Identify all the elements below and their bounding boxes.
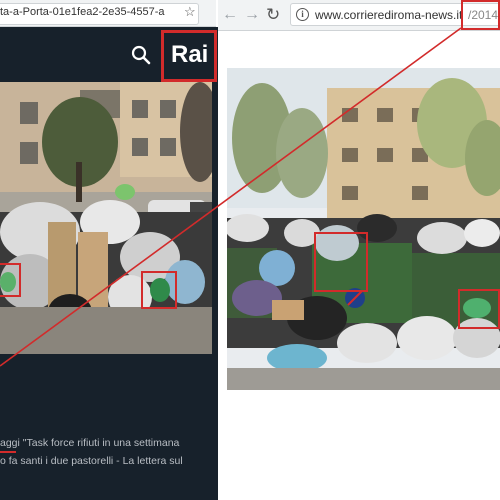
bookmark-star-icon[interactable]: ☆ bbox=[184, 4, 196, 20]
rai-article-photo bbox=[0, 82, 212, 354]
rai-caption-underline bbox=[0, 451, 16, 453]
rai-caption-line-2[interactable]: o fa santi i due pastorelli - La lettera… bbox=[0, 455, 218, 467]
left-url-text[interactable]: ta-a-Porta-01e1fea2-2e35-4557-a bbox=[0, 6, 180, 18]
url-highlight-box bbox=[461, 0, 500, 30]
rai-caption-line-1[interactable]: aggi "Task force rifiuti in una settiman… bbox=[0, 437, 218, 449]
info-icon[interactable]: i bbox=[296, 8, 309, 21]
forward-arrow-icon[interactable]: → bbox=[244, 6, 260, 24]
search-icon[interactable] bbox=[131, 45, 151, 65]
right-article-photo bbox=[227, 68, 500, 390]
reload-icon[interactable]: ↻ bbox=[266, 5, 280, 25]
back-arrow-icon[interactable]: ← bbox=[222, 6, 238, 24]
rai-logo[interactable]: Rai bbox=[171, 41, 208, 69]
right-url-domain[interactable]: www.corrierediroma-news.it bbox=[315, 8, 462, 22]
